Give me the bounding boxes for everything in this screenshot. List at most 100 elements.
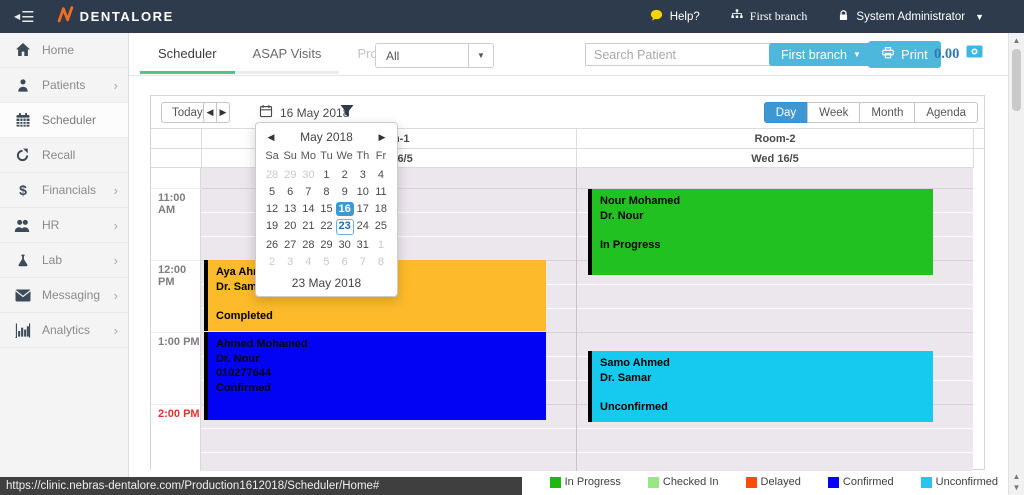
window-scrollbar[interactable]: ▲ ▲ ▼ [1008, 33, 1024, 495]
sidebar-item-recall[interactable]: Recall [0, 138, 128, 173]
sidebar-item-hr[interactable]: HR› [0, 208, 128, 243]
next-day-button[interactable]: ▶ [217, 102, 230, 123]
provider-name: Dr. Nour [216, 352, 538, 367]
datepicker-day[interactable]: 7 [354, 255, 372, 269]
scrollbar-thumb[interactable] [1012, 49, 1021, 111]
datepicker-day[interactable]: 3 [354, 168, 372, 182]
appointment-ahmed-mohamed[interactable]: Ahmed MohamedDr. Nour010277644Confirmed [204, 332, 546, 420]
datepicker-day[interactable]: 4 [372, 168, 390, 182]
datepicker-day[interactable]: 30 [299, 168, 317, 182]
sidebar-item-messaging[interactable]: Messaging› [0, 278, 128, 313]
datepicker-day[interactable]: 17 [354, 202, 372, 216]
scroll-up-icon[interactable]: ▲ [1009, 36, 1024, 45]
datepicker-day[interactable]: 11 [372, 185, 390, 199]
view-button-month[interactable]: Month [859, 102, 915, 123]
search-patient-input[interactable] [585, 43, 771, 66]
datepicker-day[interactable]: 19 [263, 219, 281, 233]
brand[interactable]: DENTALORE [57, 6, 174, 28]
datepicker-footer[interactable]: 23 May 2018 [263, 269, 390, 295]
branch-select-button[interactable]: First branch ▼ [769, 43, 873, 66]
datepicker-day[interactable]: 24 [354, 219, 372, 233]
view-button-day[interactable]: Day [764, 102, 808, 123]
datepicker-dayname: Th [354, 148, 372, 165]
datepicker-day[interactable]: 22 [317, 219, 335, 233]
datepicker-next-icon[interactable]: ▶ [374, 132, 390, 143]
datepicker-day[interactable]: 8 [372, 255, 390, 269]
print-button[interactable]: Print [868, 41, 941, 68]
branch-menu-item[interactable]: First branch [730, 8, 808, 26]
datepicker-day[interactable]: 14 [299, 202, 317, 216]
datepicker-day[interactable]: 10 [354, 185, 372, 199]
datepicker-day[interactable]: 29 [281, 168, 299, 182]
sidebar-item-lab[interactable]: Lab› [0, 243, 128, 278]
sidebar-item-label: Financials [42, 183, 96, 197]
datepicker-title[interactable]: May 2018 [279, 130, 374, 144]
datepicker-day[interactable]: 28 [299, 238, 317, 252]
help-menu-item[interactable]: Help? [649, 8, 700, 26]
datepicker-day[interactable]: 28 [263, 168, 281, 182]
datepicker-day[interactable]: 5 [317, 255, 335, 269]
datepicker-day-today[interactable]: 23 [336, 219, 354, 235]
filter-button[interactable] [339, 103, 355, 124]
view-button-agenda[interactable]: Agenda [914, 102, 978, 123]
sidebar-item-analytics[interactable]: Analytics› [0, 313, 128, 348]
sidebar-toggle-button[interactable]: ◀ ☰ [14, 8, 35, 26]
datepicker-day-selected[interactable]: 16 [336, 202, 354, 216]
datepicker-day[interactable]: 26 [263, 238, 281, 252]
datepicker-day[interactable]: 13 [281, 202, 299, 216]
datepicker-day[interactable]: 21 [299, 219, 317, 233]
legend-item-delayed: Delayed [746, 476, 801, 488]
chevron-right-icon: › [114, 324, 118, 337]
datepicker-day[interactable]: 25 [372, 219, 390, 233]
datepicker-day[interactable]: 30 [336, 238, 354, 252]
datepicker-day[interactable]: 29 [317, 238, 335, 252]
sidebar-item-home[interactable]: Home [0, 33, 128, 68]
datepicker-day[interactable]: 7 [299, 185, 317, 199]
sidebar-item-financials[interactable]: $Financials› [0, 173, 128, 208]
datepicker-day[interactable]: 6 [336, 255, 354, 269]
calendar-icon [259, 104, 273, 121]
datepicker-day[interactable]: 12 [263, 202, 281, 216]
sidebar-item-patients[interactable]: Patients› [0, 68, 128, 103]
brand-logo-icon [57, 6, 74, 28]
datepicker-day[interactable]: 2 [336, 168, 354, 182]
datepicker-day[interactable]: 5 [263, 185, 281, 199]
collapse-arrow-icon: ◀ [14, 12, 20, 21]
view-button-week[interactable]: Week [807, 102, 860, 123]
datepicker-day[interactable]: 27 [281, 238, 299, 252]
datepicker-prev-icon[interactable]: ◀ [263, 132, 279, 143]
datepicker-day[interactable]: 6 [281, 185, 299, 199]
appointment-nour-mohamed[interactable]: Nour MohamedDr. Nour In Progress [588, 189, 933, 275]
top-navbar: ◀ ☰ DENTALORE Help? First branch [0, 0, 1024, 33]
datepicker-day[interactable]: 18 [372, 202, 390, 216]
date-display[interactable]: 16 May 2018 [259, 104, 349, 121]
datepicker-day[interactable]: 1 [372, 238, 390, 252]
datepicker-day[interactable]: 3 [281, 255, 299, 269]
tab-scheduler[interactable]: Scheduler [140, 33, 235, 74]
datepicker-day[interactable]: 2 [263, 255, 281, 269]
scroll-up-icon[interactable]: ▲ [1009, 472, 1024, 481]
sidebar-item-scheduler[interactable]: Scheduler [0, 103, 128, 138]
datepicker-day[interactable]: 31 [354, 238, 372, 252]
datepicker-day[interactable]: 4 [299, 255, 317, 269]
datepicker-day[interactable]: 15 [317, 202, 335, 216]
datepicker-day[interactable]: 1 [317, 168, 335, 182]
datepicker-day[interactable]: 8 [317, 185, 335, 199]
time-label: 12:00 PM [158, 264, 200, 288]
tab-asap-visits[interactable]: ASAP Visits [235, 33, 340, 74]
provider-filter-dropdown[interactable]: All ▼ [375, 43, 494, 68]
balance-display[interactable]: 0.00 [934, 45, 983, 63]
phone-number: 010277644 [216, 366, 538, 381]
appointment-samo-ahmed[interactable]: Samo AhmedDr. Samar Unconfirmed [588, 351, 933, 422]
legend-item-in-progress: In Progress [550, 476, 621, 488]
datepicker-day[interactable]: 9 [336, 185, 354, 199]
user-menu-item[interactable]: System Administrator ▼ [837, 9, 984, 25]
dropdown-caret-icon[interactable]: ▼ [468, 44, 493, 67]
prev-day-button[interactable]: ◀ [203, 102, 217, 123]
sidebar-item-label: Lab [42, 253, 62, 267]
sitemap-icon [730, 8, 744, 26]
scroll-down-icon[interactable]: ▼ [1009, 483, 1024, 492]
datepicker-day[interactable]: 20 [281, 219, 299, 233]
datepicker-dayname: Mo [299, 148, 317, 165]
legend-item-unconfirmed: Unconfirmed [921, 476, 998, 488]
